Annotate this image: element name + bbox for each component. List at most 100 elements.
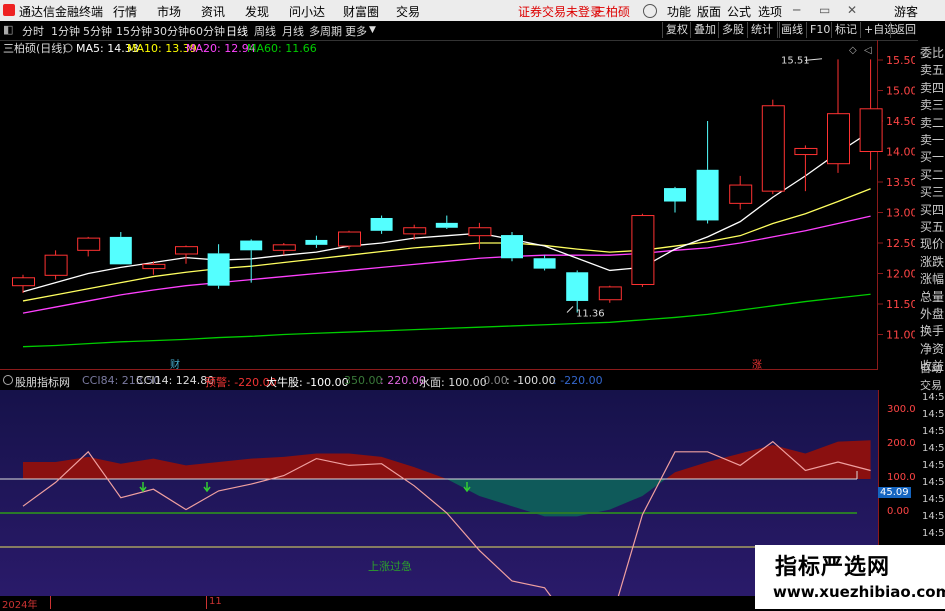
- tab-15min[interactable]: 15分钟: [116, 23, 152, 39]
- candle-body-up: [794, 147, 818, 156]
- order-panel-label[interactable]: 涨跌: [920, 253, 944, 270]
- candle-body-down: [207, 253, 230, 286]
- menu-item-wenxiaoda[interactable]: 问小达: [289, 3, 325, 20]
- multi-stock-button[interactable]: 多股: [718, 22, 747, 38]
- order-panel-label[interactable]: 卖五: [920, 61, 944, 78]
- stats-button[interactable]: 统计: [747, 22, 776, 38]
- candle-body-up: [468, 227, 492, 237]
- candle-body-up: [761, 105, 785, 192]
- f10-button[interactable]: F10: [806, 22, 833, 38]
- order-panel-label[interactable]: 换手: [920, 322, 944, 339]
- draw-line-button[interactable]: 画线: [777, 22, 806, 38]
- menu-item-shichang[interactable]: 市场: [157, 3, 181, 20]
- menu-item-banmian[interactable]: 版面: [697, 3, 721, 20]
- trade-login-status[interactable]: 证券交易未登录: [518, 3, 602, 20]
- trade-label[interactable]: 交易: [920, 377, 942, 393]
- candle-body-up: [142, 263, 166, 270]
- high-price-label: 15.51: [781, 55, 810, 66]
- watermark-url: www.xuezhibiao.com: [773, 583, 945, 601]
- candle-body-up: [338, 231, 361, 247]
- kline-chart[interactable]: 三柏硕(日线) MA5: 14.33MA10: 13.39MA20: 12.94M…: [0, 40, 915, 370]
- order-panel-label[interactable]: 买一: [920, 148, 944, 165]
- menu-item-caifuquan[interactable]: 财富圈: [343, 3, 379, 20]
- tab-weekly[interactable]: 周线: [254, 23, 276, 39]
- mark-button[interactable]: 标记: [831, 22, 860, 38]
- tab-60min[interactable]: 60分钟: [189, 23, 225, 39]
- watermark-title: 指标严选网: [775, 555, 891, 580]
- diamond-icon: ◇: [849, 45, 857, 56]
- candle-body-down: [109, 236, 132, 265]
- order-panel-label[interactable]: 卖一: [920, 131, 944, 148]
- menu-item-gongshi[interactable]: 公式: [727, 3, 751, 20]
- candle-body-up: [403, 227, 427, 235]
- indicator-name[interactable]: 股朋指标网: [15, 374, 70, 390]
- order-panel-label[interactable]: 净资: [920, 340, 944, 357]
- tab-monthly[interactable]: 月线: [282, 23, 304, 39]
- value-zero: : 0.00: [476, 374, 508, 387]
- fuquan-button[interactable]: 复权: [662, 22, 691, 38]
- auto-trade-label[interactable]: 自动: [920, 360, 942, 376]
- indicator-chart[interactable]: 上涨过急: [0, 390, 878, 596]
- panel-toggle-icon[interactable]: ◧: [3, 23, 13, 36]
- order-panel-label[interactable]: 现价: [920, 235, 944, 252]
- tab-more[interactable]: 更多: [345, 23, 367, 39]
- order-panel-label[interactable]: 买二: [920, 166, 944, 183]
- time-axis-month: 11: [209, 596, 222, 607]
- tab-1min[interactable]: 1分钟: [51, 23, 80, 39]
- ma60-label: MA60: 11.66: [247, 42, 317, 55]
- clock-icon[interactable]: [643, 4, 657, 18]
- watermark: 指标严选网 www.xuezhibiao.com: [755, 545, 945, 609]
- price-axis-label: 15.00: [886, 85, 915, 98]
- menu-bar: 通达信金融终端 行情 市场 资讯 发现 问小达 财富圈 交易 证券交易未登录 三…: [0, 0, 945, 21]
- order-panel-label[interactable]: 买三: [920, 183, 944, 200]
- tab-daily[interactable]: 日线: [226, 23, 248, 39]
- overlay-button[interactable]: 叠加: [690, 22, 719, 38]
- candle-body-up: [44, 254, 68, 276]
- finance-marker: 财: [170, 358, 180, 370]
- order-panel-label[interactable]: 涨幅: [920, 270, 944, 287]
- order-panel-label[interactable]: 总量: [920, 288, 944, 305]
- candle-body-down: [240, 240, 263, 251]
- indicator-axis-label: 300.0: [887, 404, 916, 415]
- time-readout: 14:56: [922, 528, 945, 539]
- order-panel-label[interactable]: 外盘: [920, 305, 944, 322]
- tab-5min[interactable]: 5分钟: [83, 23, 112, 39]
- restore-icon[interactable]: ▭: [819, 3, 830, 17]
- menu-item-zixun[interactable]: 资讯: [201, 3, 225, 20]
- order-panel-label[interactable]: 委比: [920, 44, 944, 61]
- price-axis-label: 12.50: [886, 237, 915, 250]
- order-panel-label[interactable]: 卖三: [920, 96, 944, 113]
- order-panel-label[interactable]: 买四: [920, 201, 944, 218]
- order-panel-label[interactable]: 卖四: [920, 79, 944, 96]
- candle-body-down: [696, 169, 719, 221]
- minimize-icon[interactable]: ─: [793, 3, 800, 17]
- time-readout: 14:56: [922, 426, 945, 437]
- order-panel-label[interactable]: 卖二: [920, 114, 944, 131]
- guest-user[interactable]: 游客: [894, 3, 918, 20]
- tab-multi-period[interactable]: 多周期: [309, 23, 342, 39]
- app-title: 通达信金融终端: [19, 5, 104, 19]
- tab-30min[interactable]: 30分钟: [153, 23, 189, 39]
- time-axis-tick: [50, 596, 51, 609]
- menu-item-gongneng[interactable]: 功能: [667, 3, 691, 20]
- candle-body-up: [175, 246, 198, 255]
- menu-item-jiaoyi[interactable]: 交易: [396, 3, 420, 20]
- more-dropdown-icon[interactable]: ▼: [369, 25, 376, 35]
- tab-fenshi[interactable]: 分时: [22, 23, 44, 39]
- time-readout: 14:56: [922, 511, 945, 522]
- candle-body-down: [435, 222, 458, 228]
- indicator-settings-icon[interactable]: [3, 375, 13, 385]
- stock-title: 三柏硕(日线): [3, 41, 67, 55]
- time-axis-tick: [206, 596, 207, 609]
- order-panel-label[interactable]: 买五: [920, 218, 944, 235]
- price-axis-label: 15.50: [886, 54, 915, 67]
- price-axis-label: 11.50: [886, 298, 915, 311]
- menu-item-xuanxiang[interactable]: 选项: [758, 3, 782, 20]
- back-button[interactable]: 返回: [890, 22, 919, 38]
- time-readout: 14:56: [922, 409, 945, 420]
- menu-item-faxian[interactable]: 发现: [245, 3, 269, 20]
- menu-item-hangqing[interactable]: 行情: [113, 3, 137, 20]
- price-axis-label: 14.00: [886, 146, 915, 159]
- price-axis-label: 12.00: [886, 268, 915, 281]
- close-icon[interactable]: ✕: [847, 3, 857, 17]
